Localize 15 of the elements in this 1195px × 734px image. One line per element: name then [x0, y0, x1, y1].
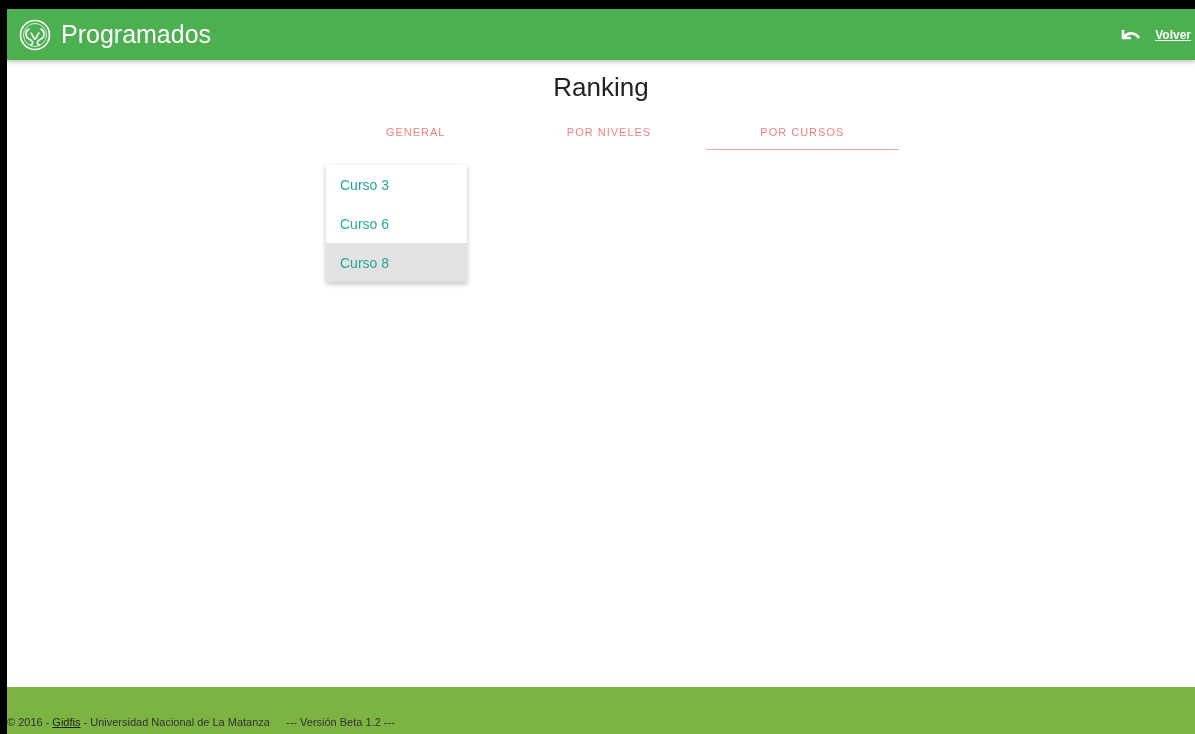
gidfis-link[interactable]: Gidfis — [52, 716, 81, 728]
undo-icon[interactable] — [1119, 27, 1142, 42]
app-title: Programados — [61, 20, 213, 49]
menu-item[interactable]: Curso 3 — [326, 165, 467, 204]
menu-item[interactable]: Curso 8 — [326, 243, 467, 282]
copyright-text: © 2016 - — [7, 716, 50, 728]
tab[interactable]: POR NIVELES — [512, 115, 706, 150]
institution-text: - Universidad Nacional de La Matanza — [83, 716, 270, 728]
menu-item[interactable]: Curso 6 — [326, 204, 467, 243]
version-text: --- Versión Beta 1.2 --- — [286, 716, 395, 728]
logo-icon — [19, 18, 51, 51]
back-link[interactable]: Volver — [1155, 27, 1191, 42]
tab[interactable]: GENERAL — [319, 115, 513, 150]
tab[interactable]: POR CURSOS — [705, 115, 899, 150]
page-title: Ranking — [553, 72, 649, 103]
